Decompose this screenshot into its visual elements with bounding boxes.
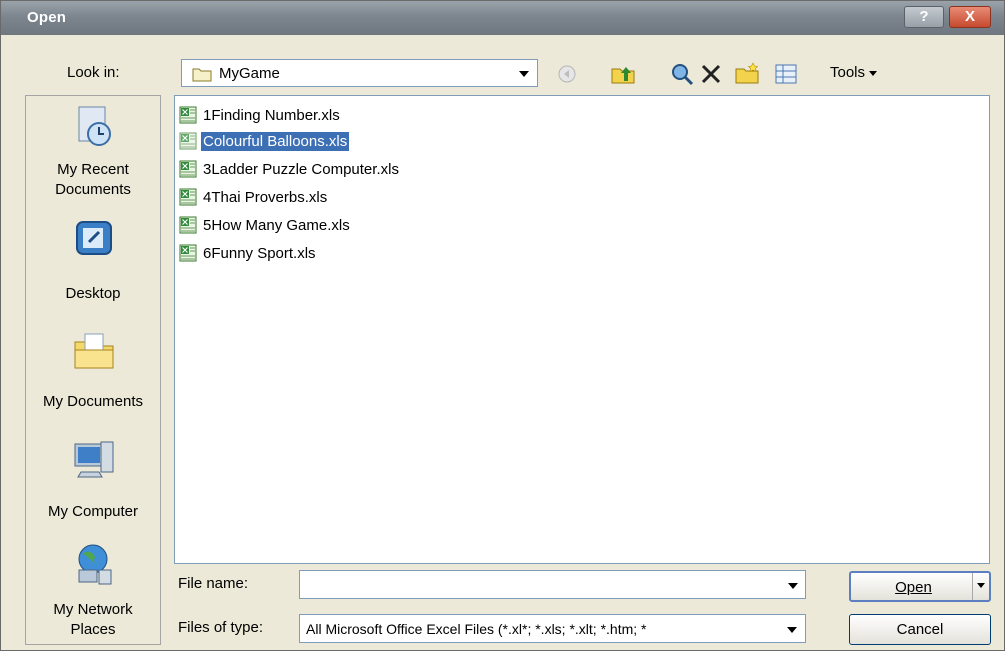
open-dialog: Open ? X Look in: MyGame Tools My Recent… [0,0,1005,651]
file-type-select[interactable]: All Microsoft Office Excel Files (*.xl*;… [299,614,806,643]
excel-file-icon [179,106,197,124]
delete-icon[interactable] [698,61,724,87]
close-button[interactable]: X [949,6,991,28]
place-label-line1: My Documents [42,393,144,410]
my-documents-icon [74,333,114,369]
file-type-label: Files of type: [178,619,264,636]
chevron-down-icon[interactable] [788,583,798,589]
back-icon[interactable] [554,61,580,87]
excel-file-icon [179,160,197,178]
place-my-recent-documents[interactable]: My Recent Documents [26,104,160,214]
network-places-icon [78,544,112,585]
file-name: 3Ladder Puzzle Computer.xls [203,160,399,178]
place-my-network-places[interactable]: My Network Places [26,542,160,642]
file-name-input[interactable] [299,570,806,599]
look-in-value: MyGame [219,65,280,82]
views-icon[interactable] [773,61,799,87]
recent-documents-icon [78,106,111,146]
cancel-button-label: Cancel [896,621,944,638]
list-item[interactable]: 3Ladder Puzzle Computer.xls [179,158,401,180]
excel-file-icon [179,132,197,150]
desktop-icon [76,221,112,255]
place-my-documents[interactable]: My Documents [26,328,160,418]
place-label-line1: My Computer [47,503,139,520]
help-icon: ? [919,8,929,25]
chevron-down-icon [869,70,878,76]
place-label-line1: My Recent [57,161,129,178]
open-options-dropdown[interactable] [972,573,989,600]
dialog-title: Open [27,9,67,26]
place-label-line1: Desktop [65,285,121,302]
close-icon: X [964,8,975,25]
excel-file-icon [179,244,197,262]
place-label-line2: Places [70,621,116,638]
list-item[interactable]: Colourful Balloons.xls [179,130,350,152]
file-name: 4Thai Proverbs.xls [203,188,328,206]
open-button[interactable]: Open [849,571,991,602]
search-web-icon[interactable] [669,61,695,87]
file-name: Colourful Balloons.xls [201,131,350,151]
cancel-button[interactable]: Cancel [849,614,991,645]
new-folder-icon[interactable] [734,61,760,87]
places-bar: My Recent Documents Desktop My Documents [25,95,161,645]
list-item[interactable]: 5How Many Game.xls [179,214,352,236]
file-name: 5How Many Game.xls [203,216,350,234]
excel-file-icon [179,216,197,234]
folder-icon [192,68,212,82]
list-item[interactable]: 4Thai Proverbs.xls [179,186,329,208]
place-label-line1: My Network [53,601,133,618]
tools-label: Tools [830,64,866,81]
place-desktop[interactable]: Desktop [26,218,160,308]
file-name: 1Finding Number.xls [203,106,340,124]
title-bar[interactable]: Open ? X [1,1,1004,35]
excel-file-icon [179,188,197,206]
list-item[interactable]: 6Funny Sport.xls [179,242,318,264]
look-in-combo[interactable]: MyGame [181,59,538,87]
chevron-down-icon[interactable] [787,627,797,633]
chevron-down-icon [977,583,985,588]
file-name-label: File name: [178,575,249,592]
help-button[interactable]: ? [904,6,944,28]
file-list[interactable]: 1Finding Number.xls Colourful Balloons.x… [174,95,990,564]
look-in-label: Look in: [67,64,120,81]
tools-menu[interactable]: Tools [830,64,878,81]
file-type-value: All Microsoft Office Excel Files (*.xl*;… [306,621,647,637]
chevron-down-icon[interactable] [519,71,529,77]
list-item[interactable]: 1Finding Number.xls [179,104,342,126]
my-computer-icon [74,441,114,478]
open-button-label: Open [895,579,932,596]
file-name: 6Funny Sport.xls [203,244,316,262]
place-my-computer[interactable]: My Computer [26,438,160,528]
place-label-line2: Documents [55,181,131,198]
up-folder-icon[interactable] [610,61,636,87]
